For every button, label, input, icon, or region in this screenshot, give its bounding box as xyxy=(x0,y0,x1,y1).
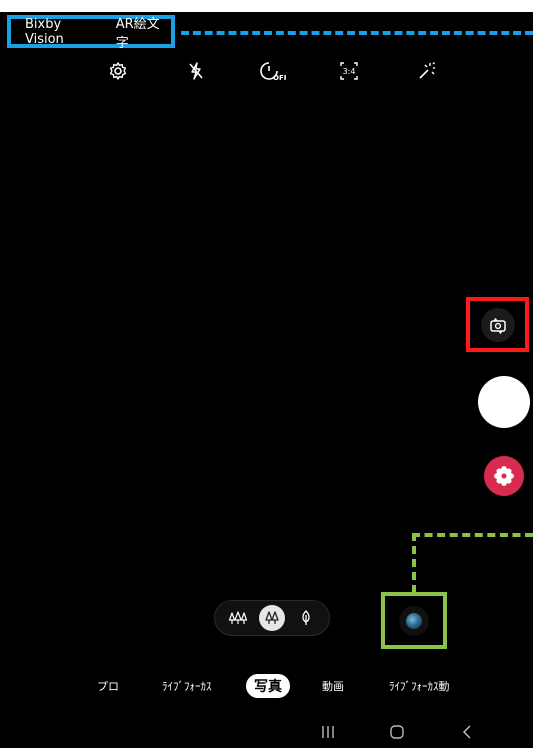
switch-camera-highlight xyxy=(466,297,529,352)
mode-live-focus-video[interactable]: ﾗｲﾌﾞﾌｫｰｶｽ動 xyxy=(389,678,450,694)
home-icon[interactable] xyxy=(385,722,409,742)
ar-emoji-button[interactable]: AR絵文字 xyxy=(116,13,171,51)
gallery-button[interactable] xyxy=(484,456,524,496)
timer-off-icon[interactable]: OFF xyxy=(259,58,287,84)
top-mode-labels: Bixby Vision AR絵文字 xyxy=(7,13,175,51)
camera-screen xyxy=(0,12,533,748)
green-dashed-callout-line-vertical xyxy=(412,533,416,593)
mode-video[interactable]: 動画 xyxy=(322,678,344,694)
zoom-tree-icon[interactable] xyxy=(259,605,285,631)
flash-off-icon[interactable] xyxy=(183,58,209,84)
blue-dashed-callout-line xyxy=(181,31,533,35)
aspect-ratio-icon[interactable]: 3:4 xyxy=(336,58,362,84)
mode-pro[interactable]: プロ xyxy=(97,678,119,694)
mode-live-focus[interactable]: ﾗｲﾌﾞﾌｫｰｶｽ xyxy=(162,678,212,694)
recent-apps-icon[interactable] xyxy=(316,722,340,742)
sparkle-filter-icon[interactable] xyxy=(413,58,439,84)
bixby-vision-button[interactable]: Bixby Vision xyxy=(25,17,102,47)
zoom-wide-trees-icon[interactable] xyxy=(225,605,251,631)
green-dashed-callout-line xyxy=(412,533,533,537)
flower-icon xyxy=(494,466,514,486)
switch-camera-icon xyxy=(489,317,506,334)
settings-gear-icon[interactable] xyxy=(105,58,131,84)
lens-preview-highlight xyxy=(381,592,447,649)
back-icon[interactable] xyxy=(455,722,479,742)
shutter-button[interactable] xyxy=(478,376,530,428)
zoom-leaf-icon[interactable] xyxy=(293,605,319,631)
mode-photo[interactable]: 写真 xyxy=(246,674,290,698)
lens-preview-button[interactable] xyxy=(399,605,429,636)
aspect-ratio-label: 3:4 xyxy=(343,67,356,76)
switch-camera-button[interactable] xyxy=(480,307,515,342)
timer-off-label: OFF xyxy=(273,74,286,82)
zoom-selector xyxy=(214,600,330,636)
lens-icon xyxy=(406,612,422,629)
camera-mode-strip: プロ ﾗｲﾌﾞﾌｫｰｶｽ 写真 動画 ﾗｲﾌﾞﾌｫｰｶｽ動 xyxy=(0,672,533,702)
